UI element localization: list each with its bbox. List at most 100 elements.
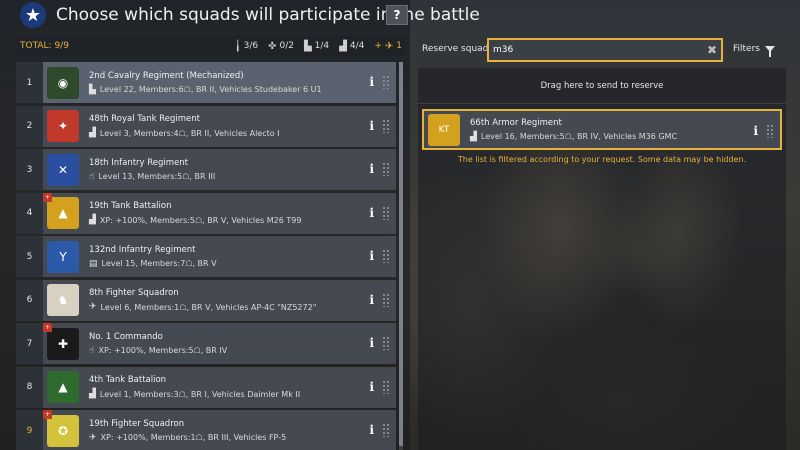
squad-name: 18th Infantry Regiment (89, 157, 189, 168)
drag-handle-icon[interactable] (382, 292, 390, 307)
drag-handle-icon[interactable] (382, 162, 390, 176)
tank-icon: ▟ (89, 389, 96, 399)
reserve-squad-row[interactable]: KT 66th Armor Regiment ▟ Level 16, Membe… (422, 109, 782, 150)
plane-icon: ✈ (89, 302, 97, 312)
drag-handle-icon[interactable] (382, 336, 390, 350)
search-input[interactable] (489, 45, 703, 55)
squad-list: 1 ◉ 2nd Cavalry Regiment (Mechanized) ▙ … (16, 62, 396, 450)
funnel-icon (764, 46, 775, 57)
squad-details: Level 3, Members:4☖, BR II, Vehicles Ale… (99, 128, 280, 138)
reserve-toolbar: Reserve squads ✖ Filters (418, 36, 788, 64)
squad-emblem: ✪ (47, 414, 79, 447)
squad-emblem: ◉ (47, 66, 79, 99)
bonus-flag-icon: + (43, 192, 52, 202)
squad-slot-number: 7 (16, 323, 43, 364)
info-icon[interactable]: i (753, 124, 758, 138)
filters-label: Filters (733, 44, 760, 54)
unit-count-value: 4/4 (349, 41, 365, 51)
total-count: TOTAL: 9/9 (20, 41, 69, 51)
squad-row[interactable]: 4 + ▲ 19th Tank Battalion ▟ XP: +100%, M… (16, 192, 396, 234)
squad-slot-number: 5 (16, 236, 43, 277)
filters-button[interactable]: Filters (733, 44, 775, 57)
unit-count-value: 0/2 (279, 41, 294, 51)
squad-details: Level 16, Members:5☖, BR IV, Vehicles M3… (480, 132, 678, 141)
squad-slot-number: 6 (16, 279, 43, 321)
squad-emblem: ▲ (47, 197, 79, 229)
info-icon[interactable]: i (369, 119, 374, 133)
info-icon[interactable]: i (369, 75, 374, 89)
info-icon[interactable]: i (369, 249, 374, 263)
drag-handle-icon[interactable] (382, 423, 390, 437)
info-icon[interactable]: i (369, 206, 374, 220)
info-icon[interactable]: i (369, 162, 374, 176)
reserve-panel: Reserve squads ✖ Filters Drag here to se… (418, 36, 788, 450)
squad-card[interactable]: + ✪ 19th Fighter Squadron ✈ XP: +100%, M… (43, 410, 396, 450)
unit-count: + ✈ 1 (374, 41, 402, 52)
info-icon[interactable]: i (369, 336, 374, 350)
squad-name: 19th Tank Battalion (89, 201, 172, 211)
unit-count: ╽ 3/6 (235, 41, 259, 52)
total-bar: TOTAL: 9/9 ╽ 3/6 ✜ 0/2 ▙ 1/4 ▟ 4/4 + ✈ 1 (16, 36, 406, 56)
squad-slot-number: 9 (16, 410, 43, 450)
squad-name: 2nd Cavalry Regiment (Mechanized) (89, 70, 244, 81)
squad-card[interactable]: ▲ 4th Tank Battalion ▟ Level 1, Members:… (43, 366, 396, 408)
squad-emblem: KT (428, 113, 460, 146)
unit-count-value: 1/4 (314, 41, 330, 51)
faction-star-icon: ★ (20, 2, 46, 28)
info-icon[interactable]: i (369, 293, 374, 307)
engineer-icon: ✜ (268, 40, 277, 52)
squad-card[interactable]: + ▲ 19th Tank Battalion ▟ XP: +100%, Mem… (43, 192, 396, 234)
bonus-flag-icon: + (43, 323, 52, 332)
squad-name: 66th Armor Regiment (470, 117, 562, 128)
squad-slot-number: 2 (16, 105, 43, 147)
assault-icon: ▤ (89, 258, 98, 269)
squad-details: XP: +100%, Members:5☖, BR IV (98, 346, 228, 355)
info-icon[interactable]: i (369, 380, 374, 394)
squad-name: 4th Tank Battalion (89, 375, 167, 385)
drag-handle-icon[interactable] (382, 249, 390, 263)
squad-row[interactable]: 3 ✕ 18th Infantry Regiment ☝ Level 13, M… (16, 149, 396, 190)
squad-slot-number: 1 (16, 62, 43, 103)
squad-row[interactable]: 6 ♞ 8th Fighter Squadron ✈ Level 6, Memb… (16, 279, 396, 321)
squad-card[interactable]: + ✚ No. 1 Commando ☝ XP: +100%, Members:… (43, 323, 396, 364)
squad-card[interactable]: ✕ 18th Infantry Regiment ☝ Level 13, Mem… (43, 149, 396, 190)
squad-card[interactable]: Y 132nd Infantry Regiment ▤ Level 15, Me… (43, 236, 396, 277)
info-icon[interactable]: i (369, 423, 374, 437)
squad-row[interactable]: 2 ✦ 48th Royal Tank Regiment ▟ Level 3, … (16, 105, 396, 147)
unit-count-value: 3/6 (243, 41, 259, 51)
drop-zone[interactable]: Drag here to send to reserve (418, 68, 786, 104)
squad-name: 132nd Infantry Regiment (89, 244, 196, 255)
squad-emblem: ✦ (47, 110, 79, 142)
clear-search-icon[interactable]: ✖ (703, 43, 721, 57)
plus-sign: + (374, 41, 382, 51)
unit-count: ▙ 1/4 (304, 41, 329, 52)
squad-card[interactable]: ♞ 8th Fighter Squadron ✈ Level 6, Member… (43, 279, 396, 321)
drag-handle-icon[interactable] (766, 124, 774, 138)
squad-slot-number: 4 (16, 192, 43, 234)
squad-card[interactable]: ✦ 48th Royal Tank Regiment ▟ Level 3, Me… (43, 105, 396, 147)
plane-icon: ✈ (89, 432, 97, 443)
filter-notice: The list is filtered according to your r… (457, 155, 747, 164)
squad-row[interactable]: 5 Y 132nd Infantry Regiment ▤ Level 15, … (16, 236, 396, 277)
tank-icon: ▟ (89, 128, 96, 138)
squad-panel: TOTAL: 9/9 ╽ 3/6 ✜ 0/2 ▙ 1/4 ▟ 4/4 + ✈ 1 1 ◉ 2nd C… (16, 36, 406, 450)
drag-handle-icon[interactable] (382, 379, 390, 394)
squad-row[interactable]: 7 + ✚ No. 1 Commando ☝ XP: +100%, Member… (16, 323, 396, 364)
drag-handle-icon[interactable] (382, 75, 390, 89)
squad-row[interactable]: 1 ◉ 2nd Cavalry Regiment (Mechanized) ▙ … (16, 62, 396, 103)
squad-row[interactable]: 9 + ✪ 19th Fighter Squadron ✈ XP: +100%,… (16, 410, 396, 450)
scrollbar[interactable] (399, 62, 403, 450)
unit-count-value: 1 (396, 41, 402, 51)
infantry-icon: ☝ (89, 345, 95, 356)
drag-handle-icon[interactable] (382, 118, 390, 133)
squad-row[interactable]: 8 ▲ 4th Tank Battalion ▟ Level 1, Member… (16, 366, 396, 408)
help-button[interactable]: ? (386, 5, 408, 25)
squad-card[interactable]: ◉ 2nd Cavalry Regiment (Mechanized) ▙ Le… (43, 62, 396, 103)
squad-emblem: ✕ (47, 153, 79, 186)
scrollbar-thumb[interactable] (399, 62, 403, 446)
squad-details: XP: +100%, Members:5☖, BR V, Vehicles M2… (99, 215, 302, 225)
squad-name: 48th Royal Tank Regiment (89, 114, 201, 124)
drag-handle-icon[interactable] (382, 205, 390, 220)
squad-slot-number: 8 (16, 366, 43, 408)
squad-name: 8th Fighter Squadron (89, 288, 179, 298)
